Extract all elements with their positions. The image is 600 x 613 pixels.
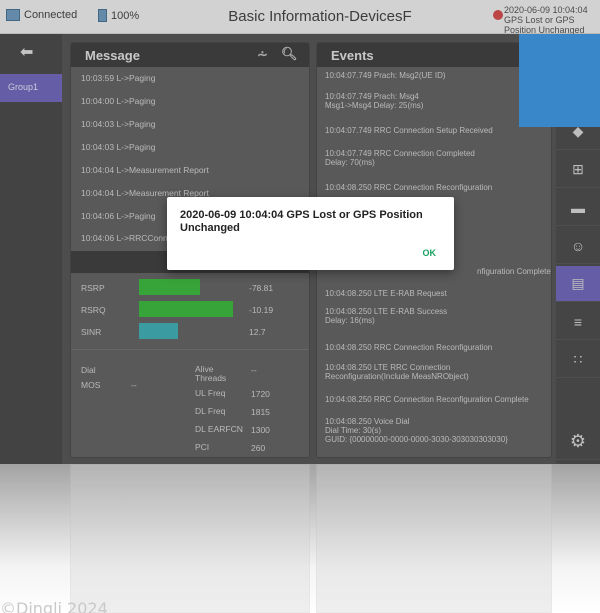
screen-reflection — [0, 464, 600, 613]
gps-alert-dialog: 2020-06-09 10:04:04 GPS Lost or GPS Posi… — [167, 197, 454, 270]
dialog-message: 2020-06-09 10:04:04 GPS Lost or GPS Posi… — [180, 209, 423, 234]
ok-button[interactable]: OK — [423, 248, 437, 258]
reflection-content — [0, 464, 600, 613]
watermark: ©Dingli 2024 — [0, 599, 108, 613]
app-screen: Connected 100% Basic Information-Devices… — [0, 0, 600, 464]
reflection-panel-left — [70, 464, 310, 613]
reflection-panel-right — [316, 464, 552, 613]
